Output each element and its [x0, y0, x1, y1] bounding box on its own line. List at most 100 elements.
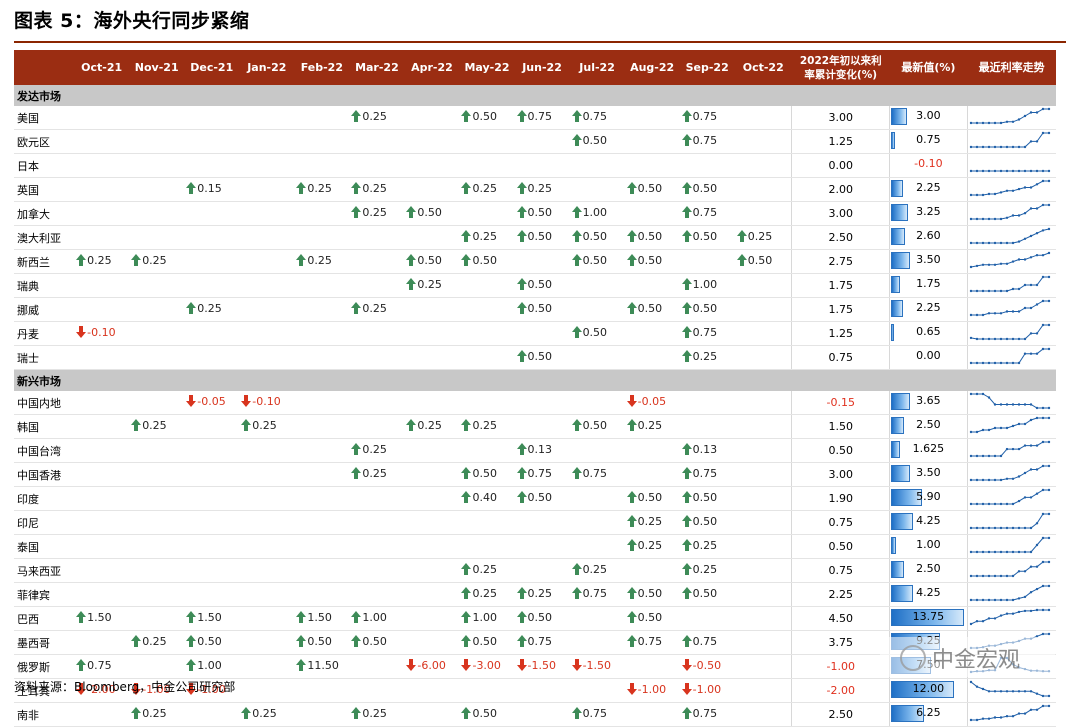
arrow-down-icon: [186, 395, 197, 408]
change-value: 0.25: [142, 634, 167, 648]
rate-hike: 0.50: [626, 230, 662, 243]
month-change-cell: [624, 438, 680, 463]
sparkline-point: [1035, 565, 1038, 568]
trend-sparkline: [969, 179, 1050, 197]
sparkline-point: [1029, 234, 1032, 238]
month-change-cell: -3.00: [459, 654, 515, 679]
cumulative-change: 0.50: [791, 534, 890, 559]
month-change-cell: -1.00: [624, 678, 680, 703]
month-change-cell: [184, 153, 240, 178]
month-change-cell: 0.25: [459, 582, 515, 607]
arrow-up-icon: [351, 182, 362, 195]
cumulative-change: 0.75: [791, 510, 890, 535]
sparkline-point: [1005, 690, 1008, 693]
sparkline-point: [1011, 310, 1014, 313]
month-change-cell: [294, 106, 350, 130]
header-month: Mar-22: [349, 50, 405, 85]
rate-hike: 0.50: [626, 254, 662, 267]
rate-hike: 0.25: [461, 587, 497, 600]
month-change-cell: [459, 201, 515, 226]
latest-rate-value: 3.00: [916, 109, 941, 122]
month-change-cell: 1.00: [184, 654, 240, 679]
month-change-cell: [294, 153, 350, 178]
sparkline-point: [987, 478, 990, 482]
sparkline-point: [1023, 114, 1026, 118]
month-change-cell: [459, 438, 515, 463]
sparkline-point: [1011, 214, 1014, 217]
rate-hike: 0.25: [626, 515, 662, 528]
month-change-cell: [349, 225, 405, 250]
sparkline-point: [993, 403, 996, 406]
sparkline-point: [1017, 187, 1020, 191]
country-cell: 瑞典: [14, 273, 75, 298]
sparkline-point: [1005, 241, 1008, 245]
sparkline-point: [969, 622, 972, 626]
change-value: 0.25: [472, 562, 497, 576]
table-body: 发达市场 美国 0.25 0.50 0.75 0.75 0.75 3.00 3.00 欧元区 0.5…: [14, 85, 1056, 727]
cumulative-change: -0.15: [791, 391, 890, 415]
latest-rate-cell: 13.75: [889, 606, 968, 631]
month-change-cell: [349, 249, 405, 274]
month-change-cell: 0.75: [679, 106, 735, 130]
month-change-cell: [294, 273, 350, 298]
sparkline-point: [1035, 468, 1038, 471]
arrow-up-icon: [516, 182, 527, 195]
arrow-up-icon: [516, 302, 527, 315]
rate-hike: 1.50: [76, 611, 112, 624]
sparkline-point: [1023, 212, 1026, 215]
trend-sparkline-cell: [967, 201, 1056, 226]
month-change-cell: [569, 391, 625, 415]
sparkline-line: [970, 204, 1049, 220]
sparkline-point: [1017, 310, 1020, 313]
sparkline-point: [1005, 361, 1008, 365]
sparkline-point: [981, 428, 984, 432]
month-change-cell: 0.25: [349, 201, 405, 226]
trend-sparkline: [969, 347, 1050, 365]
sparkline-point: [975, 145, 978, 149]
month-change-cell: 0.25: [514, 177, 570, 202]
month-change-cell: [404, 702, 460, 727]
change-value: 0.25: [362, 205, 387, 219]
change-value: 0.25: [417, 418, 442, 432]
sparkline-point: [993, 550, 996, 554]
trend-sparkline-cell: [967, 321, 1056, 346]
trend-sparkline-cell: [967, 153, 1056, 178]
rate-hike: 0.50: [571, 326, 607, 339]
sparkline-point: [987, 454, 990, 458]
change-value: 0.50: [472, 466, 497, 480]
trend-sparkline-cell: [967, 273, 1056, 298]
sparkline-point: [1023, 145, 1026, 149]
sparkline-point: [993, 617, 996, 620]
change-value: 0.25: [197, 301, 222, 315]
sparkline-point: [1029, 591, 1032, 594]
trend-sparkline: [969, 440, 1050, 458]
month-change-cell: [129, 225, 185, 250]
arrow-up-icon: [461, 419, 472, 432]
month-change-cell: [514, 249, 570, 274]
month-change-cell: [74, 177, 130, 202]
sparkline-point: [969, 430, 972, 434]
sparkline-point: [975, 169, 978, 173]
trend-sparkline: [969, 392, 1050, 410]
sparkline-point: [981, 454, 984, 458]
month-change-cell: 0.50: [679, 510, 735, 535]
arrow-up-icon: [516, 611, 527, 624]
trend-sparkline: [969, 512, 1050, 530]
sparkline-point: [1047, 275, 1050, 279]
month-change-cell: [239, 534, 295, 559]
month-change-cell: 0.50: [569, 225, 625, 250]
country-cell: 俄罗斯: [14, 654, 75, 679]
sparkline-point: [1011, 598, 1014, 602]
rate-hike: 0.25: [516, 587, 552, 600]
rate-hike: 1.00: [681, 278, 717, 291]
change-value: 0.50: [307, 634, 332, 648]
month-change-cell: 0.50: [624, 606, 680, 631]
sparkline-point: [987, 598, 990, 602]
latest-rate-value: 12.00: [912, 682, 945, 695]
arrow-up-icon: [516, 443, 527, 456]
rate-hike: 0.75: [571, 707, 607, 720]
cumulative-change: 1.25: [791, 129, 890, 154]
sparkline-line: [970, 324, 1049, 340]
rate-hike: 0.75: [516, 635, 552, 648]
arrow-up-icon: [351, 110, 362, 123]
